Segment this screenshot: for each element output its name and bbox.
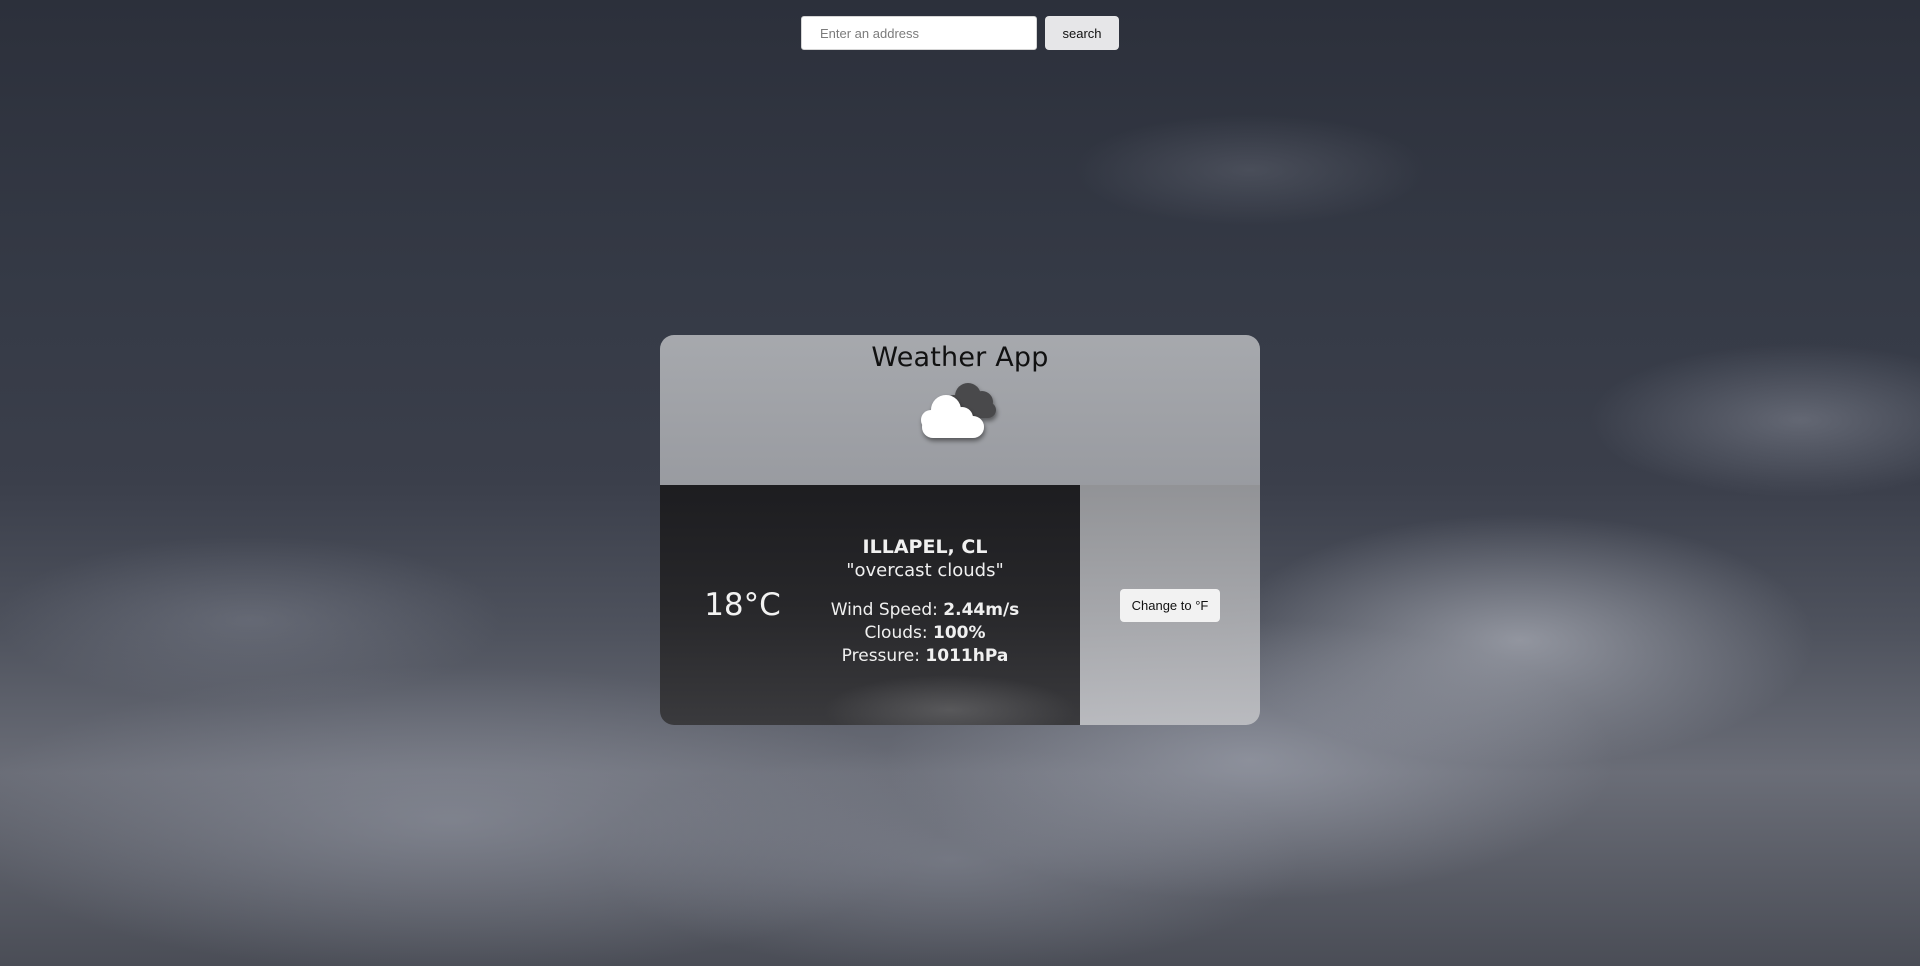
weather-description: "overcast clouds": [846, 560, 1004, 581]
clouds-value: 100%: [933, 623, 986, 643]
unit-toggle-panel: Change to °F: [1080, 485, 1260, 725]
search-button[interactable]: search: [1045, 16, 1119, 50]
wind-speed-label: Wind Speed:: [830, 600, 944, 620]
temperature: 18°C: [704, 587, 781, 623]
weather-info-panel: 18°C ILLAPEL, CL "overcast clouds" Wind …: [660, 485, 1080, 725]
wind-speed-row: Wind Speed: 2.44m/s: [825, 599, 1025, 622]
card-body: 18°C ILLAPEL, CL "overcast clouds" Wind …: [660, 485, 1260, 725]
clouds-label: Clouds:: [864, 623, 934, 643]
wind-speed-value: 2.44m/s: [943, 600, 1020, 620]
change-unit-button[interactable]: Change to °F: [1120, 588, 1220, 622]
clouds-row: Clouds: 100%: [825, 622, 1025, 645]
weather-details: ILLAPEL, CL "overcast clouds" Wind Speed…: [825, 536, 1080, 668]
app-title: Weather App: [871, 342, 1049, 373]
pressure-value: 1011hPa: [925, 646, 1009, 666]
pressure-label: Pressure:: [841, 646, 926, 666]
pressure-row: Pressure: 1011hPa: [825, 645, 1025, 668]
address-search-input[interactable]: [801, 16, 1037, 50]
search-bar: search: [801, 16, 1119, 50]
overcast-clouds-icon: [921, 383, 996, 438]
card-header: Weather App: [660, 335, 1260, 485]
weather-card: Weather App 18°C ILLAPEL, CL "overcast c…: [660, 335, 1260, 725]
city-name: ILLAPEL, CL: [862, 536, 988, 558]
